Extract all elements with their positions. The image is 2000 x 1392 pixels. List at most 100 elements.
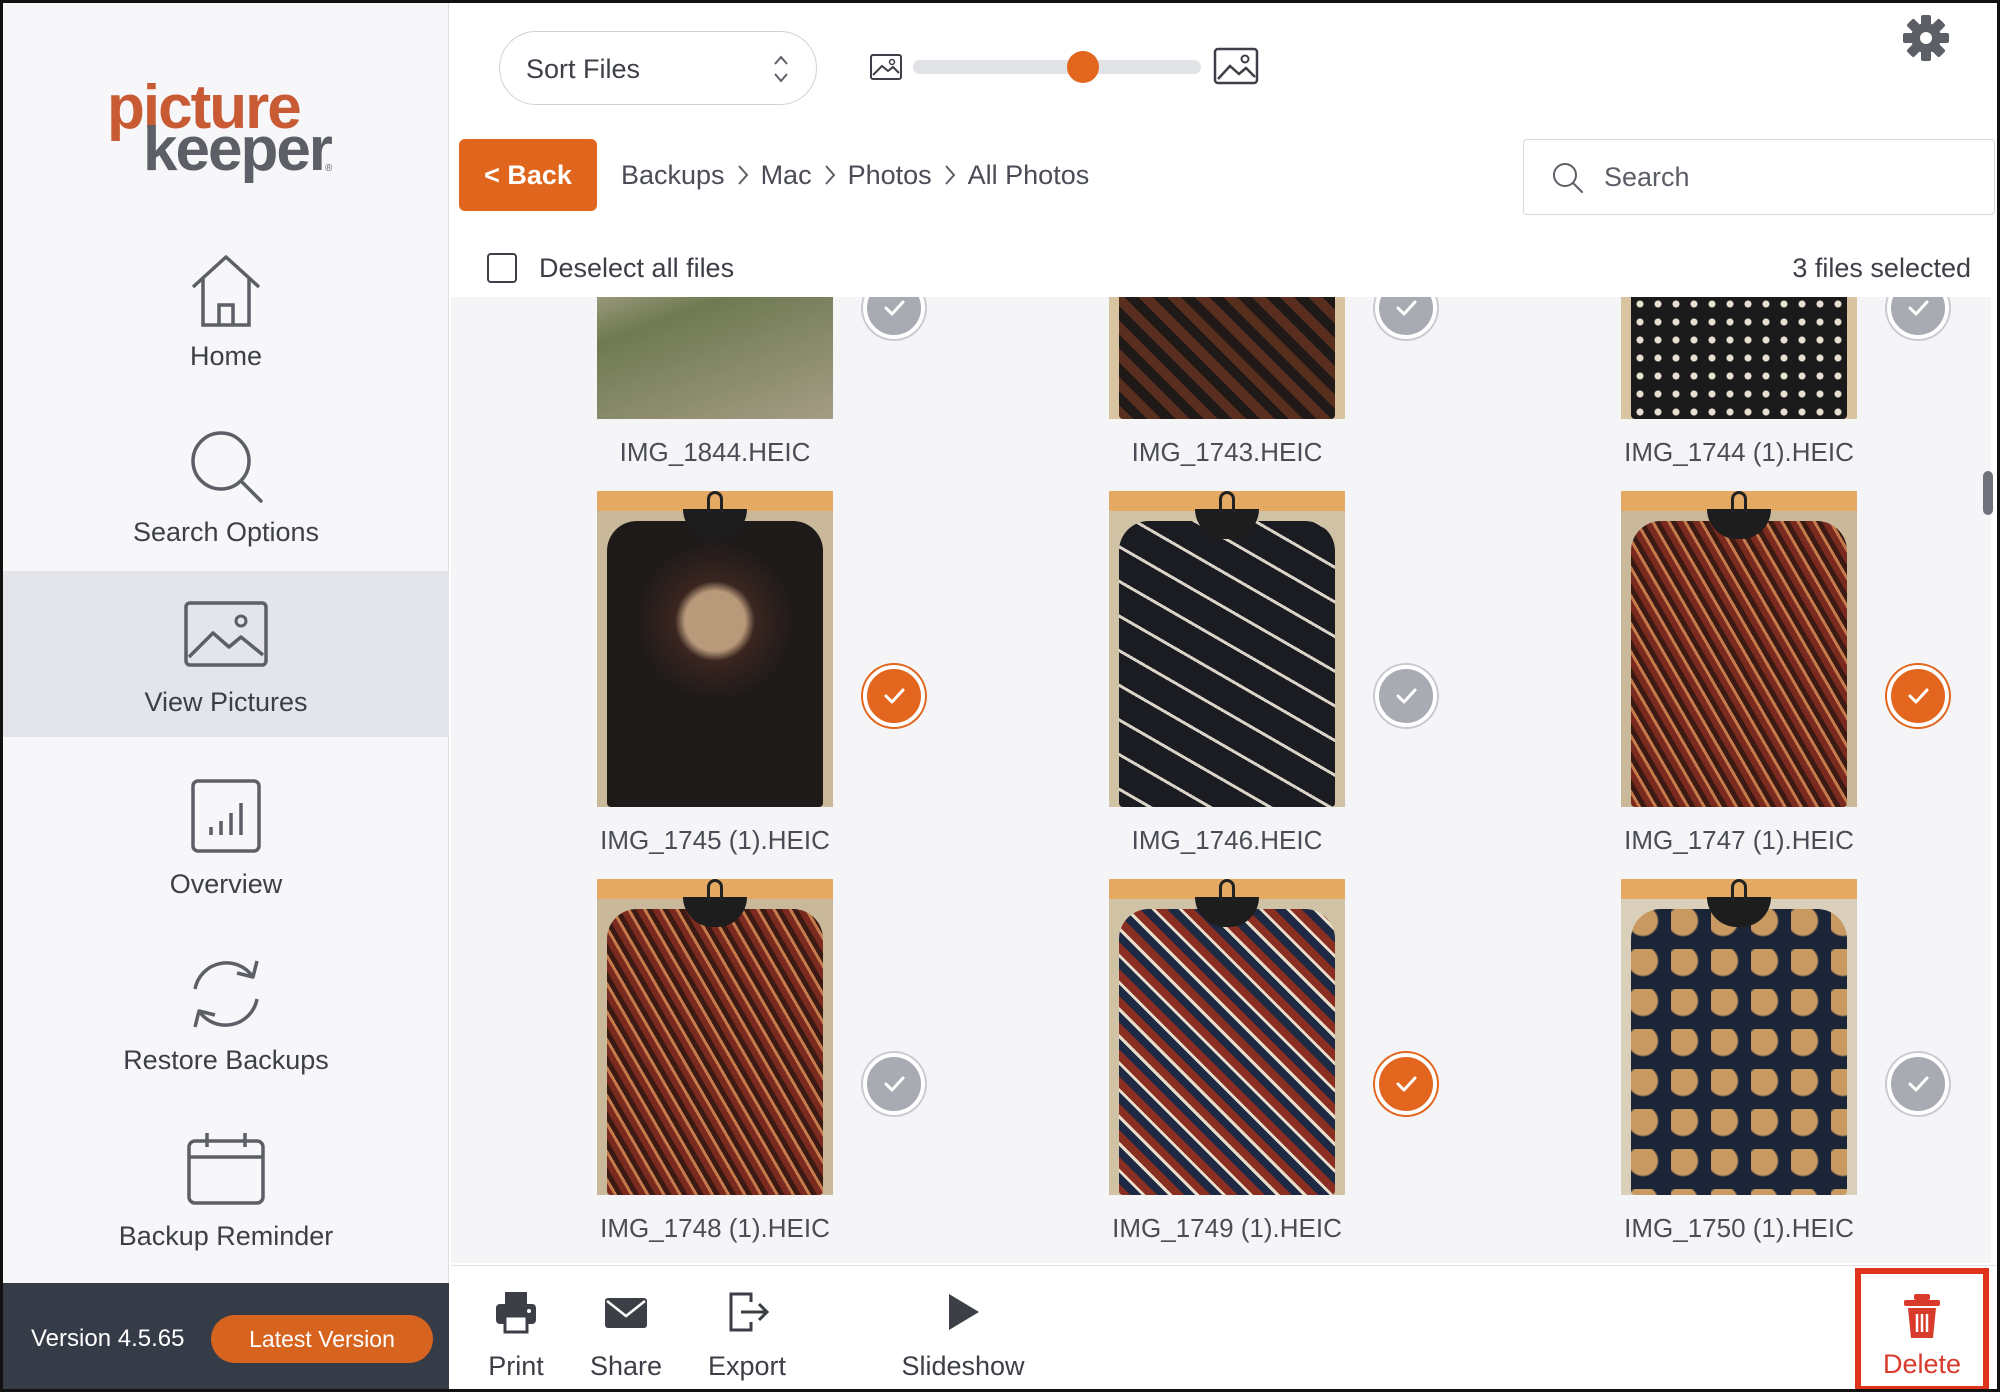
checkmark-icon	[1908, 1076, 1929, 1092]
checkmark-icon	[1396, 688, 1417, 704]
sidebar-item-view-pictures[interactable]: View Pictures	[3, 571, 449, 737]
slider-thumb[interactable]	[1066, 51, 1099, 83]
slideshow-button[interactable]: Slideshow	[897, 1288, 1029, 1382]
deselect-all-label[interactable]: Deselect all files	[539, 253, 734, 284]
photo-thumbnail[interactable]	[1621, 297, 1857, 419]
checkmark-icon	[1908, 688, 1929, 704]
file-name-label: IMG_1750 (1).HEIC	[1624, 1213, 1854, 1243]
sidebar-item-overview[interactable]: Overview	[3, 759, 449, 925]
export-button[interactable]: Export	[699, 1288, 795, 1382]
action-toolbar: Print Share Export Slideshow Delete	[451, 1265, 1997, 1389]
app-window: picture keeper ® Home Search Options Vie…	[0, 0, 2000, 1392]
photo-thumbnail[interactable]	[597, 491, 833, 807]
photo-tile[interactable]: IMG_1750 (1).HEIC	[1475, 879, 1949, 1259]
breadcrumb-item-mac[interactable]: Mac	[761, 160, 812, 191]
photo-thumbnail[interactable]	[1109, 491, 1345, 807]
photo-tile[interactable]: IMG_1749 (1).HEIC	[963, 879, 1437, 1259]
breadcrumb-item-backups[interactable]: Backups	[621, 160, 725, 191]
export-label: Export	[707, 1351, 787, 1381]
sidebar-item-label: Restore Backups	[123, 1045, 329, 1075]
file-name-label: IMG_1748 (1).HEIC	[600, 1213, 830, 1243]
home-icon	[191, 255, 261, 327]
version-text: Version 4.5.65	[31, 1325, 185, 1352]
search-box[interactable]	[1523, 139, 1995, 215]
delete-button[interactable]: Delete	[1855, 1268, 1989, 1389]
trash-icon	[1904, 1294, 1940, 1338]
picture-keeper-logo: picture keeper ®	[107, 77, 337, 187]
slider-fill	[913, 60, 1083, 74]
photo-thumbnail[interactable]	[1621, 491, 1857, 807]
bar-chart-icon	[191, 779, 261, 853]
logo-trademark: ®	[325, 163, 333, 174]
photo-tile[interactable]: IMG_1745 (1).HEIC	[451, 491, 925, 871]
file-name-label: IMG_1743.HEIC	[1131, 437, 1323, 467]
unselected-checkmark[interactable]	[1375, 297, 1437, 339]
print-label: Print	[488, 1351, 544, 1381]
checkmark-icon	[1908, 300, 1929, 316]
share-label: Share	[589, 1351, 663, 1381]
chevron-right-icon	[824, 165, 835, 185]
zoom-out-image-icon[interactable]	[869, 53, 903, 81]
checkmark-icon	[1396, 300, 1417, 316]
deselect-all-checkbox[interactable]	[487, 253, 517, 283]
photo-thumbnail[interactable]	[597, 879, 833, 1195]
selected-checkmark[interactable]	[863, 665, 925, 727]
sidebar-item-restore-backups[interactable]: Restore Backups	[3, 935, 449, 1101]
search-icon	[191, 431, 263, 503]
back-button[interactable]: < Back	[459, 139, 597, 211]
sidebar-item-label: Backup Reminder	[118, 1221, 334, 1251]
photo-tile[interactable]: IMG_1748 (1).HEIC	[451, 879, 925, 1259]
thumbnail-size-slider[interactable]	[913, 51, 1201, 83]
search-input[interactable]	[1604, 156, 1974, 198]
sidebar: picture keeper ® Home Search Options Vie…	[3, 3, 449, 1389]
settings-gear-icon[interactable]	[1901, 13, 1951, 63]
unselected-checkmark[interactable]	[1375, 665, 1437, 727]
photo-tile[interactable]: IMG_1746.HEIC	[963, 491, 1437, 871]
file-name-label: IMG_1744 (1).HEIC	[1624, 437, 1854, 467]
photo-tile[interactable]: IMG_1844.HEIC	[451, 297, 925, 483]
sidebar-item-home[interactable]: Home	[3, 231, 449, 397]
printer-icon	[496, 1292, 536, 1334]
breadcrumb-item-photos[interactable]: Photos	[848, 160, 932, 191]
share-button[interactable]: Share	[581, 1288, 671, 1382]
unselected-checkmark[interactable]	[863, 297, 925, 339]
photo-grid: IMG_1844.HEIC IMG_1743.HEIC IMG_1744 (1).H…	[451, 297, 1991, 1263]
sidebar-item-backup-reminder[interactable]: Backup Reminder	[3, 1111, 449, 1277]
photo-tile[interactable]: IMG_1743.HEIC	[963, 297, 1437, 483]
refresh-icon	[193, 960, 259, 1028]
calendar-icon	[187, 1133, 265, 1205]
select-arrows-icon	[774, 55, 788, 83]
photo-thumbnail[interactable]	[1621, 879, 1857, 1195]
envelope-icon	[605, 1298, 647, 1328]
breadcrumb: Backups Mac Photos All Photos	[621, 155, 1089, 195]
zoom-in-image-icon[interactable]	[1213, 47, 1259, 85]
breadcrumb-item-all-photos: All Photos	[967, 159, 1090, 190]
logo-text-keeper: keeper	[143, 115, 333, 184]
grid-scrollbar[interactable]	[1983, 471, 1993, 515]
photo-tile[interactable]: IMG_1744 (1).HEIC	[1475, 297, 1949, 483]
photo-thumbnail[interactable]	[1109, 297, 1345, 419]
files-selected-count: 3 files selected	[1792, 253, 1971, 283]
unselected-checkmark[interactable]	[1887, 297, 1949, 339]
unselected-checkmark[interactable]	[863, 1053, 925, 1115]
search-icon	[1553, 163, 1583, 193]
photo-thumbnail[interactable]	[1109, 879, 1345, 1195]
unselected-checkmark[interactable]	[1887, 1053, 1949, 1115]
sidebar-item-label: Search Options	[132, 517, 320, 547]
selected-checkmark[interactable]	[1375, 1053, 1437, 1115]
sort-files-select[interactable]: Sort Files	[499, 31, 817, 105]
selected-checkmark[interactable]	[1887, 665, 1949, 727]
export-icon	[729, 1292, 770, 1332]
checkmark-icon	[884, 1076, 905, 1092]
play-icon	[949, 1294, 979, 1330]
image-icon	[184, 601, 268, 667]
slideshow-label: Slideshow	[901, 1351, 1025, 1381]
sort-files-label: Sort Files	[526, 54, 641, 84]
delete-label: Delete	[1882, 1349, 1962, 1379]
chevron-right-icon	[737, 165, 748, 185]
file-name-label: IMG_1747 (1).HEIC	[1624, 825, 1854, 855]
sidebar-item-search-options[interactable]: Search Options	[3, 407, 449, 573]
photo-thumbnail[interactable]	[597, 297, 833, 419]
photo-tile[interactable]: IMG_1747 (1).HEIC	[1475, 491, 1949, 871]
print-button[interactable]: Print	[475, 1288, 557, 1382]
